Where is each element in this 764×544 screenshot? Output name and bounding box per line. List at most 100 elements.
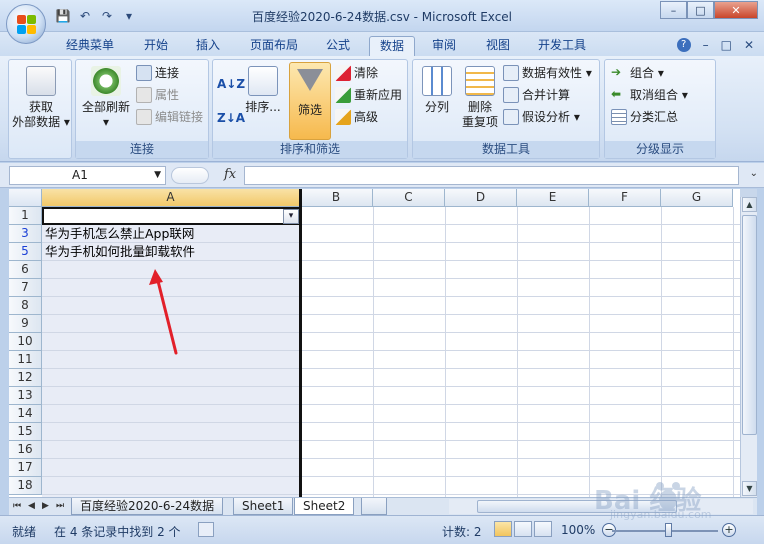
refresh-all-button[interactable]: 全部刷新 ▾ [78,66,134,130]
remove-duplicates-button[interactable]: 删除 重复项 [459,66,501,130]
help-icon[interactable]: ? [676,38,691,52]
formula-input[interactable] [244,166,739,185]
properties-button[interactable]: 属性 [136,85,179,104]
get-external-data-label-2: 外部数据 ▾ [12,115,70,129]
row-header-12[interactable]: 12 [9,369,42,387]
row-header-5[interactable]: 5 [9,243,42,261]
clear-filter-button[interactable]: 清除 [335,63,378,82]
tab-review[interactable]: 审阅 [424,36,464,56]
row-header-18[interactable]: 18 [9,477,42,495]
select-all-corner[interactable] [9,189,42,207]
name-box[interactable]: A1 ▼ [9,166,166,185]
zoom-slider-thumb[interactable] [665,523,672,537]
row-gridline [42,440,740,441]
tab-page-layout[interactable]: 页面布局 [242,36,306,56]
formula-cancel-button[interactable] [171,167,209,184]
normal-view-button[interactable] [494,521,512,537]
macro-record-icon[interactable] [198,522,214,537]
minimize-button[interactable]: – [660,1,687,19]
column-header-b[interactable]: B [300,189,373,207]
advanced-filter-button[interactable]: 高级 [335,107,378,126]
get-external-data-button[interactable]: 获取 外部数据 ▾ [11,66,71,130]
row-header-7[interactable]: 7 [9,279,42,297]
horizontal-scrollbar[interactable] [449,499,753,514]
zoom-in-button[interactable]: + [722,523,736,537]
row-header-16[interactable]: 16 [9,441,42,459]
sheet-tab-sheet2[interactable]: Sheet2 [294,498,355,515]
row-gridline [42,422,740,423]
name-box-dropdown-icon[interactable]: ▼ [154,167,161,184]
row-header-9[interactable]: 9 [9,315,42,333]
tab-developer[interactable]: 开发工具 [530,36,594,56]
insert-function-icon[interactable]: fx [224,167,236,182]
next-sheet-icon[interactable]: ▶ [42,501,49,511]
sheet-tab-sheet1[interactable]: Sheet1 [233,498,294,515]
prev-sheet-icon[interactable]: ◀ [28,501,35,511]
reapply-button[interactable]: 重新应用 [335,85,402,104]
insert-sheet-icon[interactable] [361,498,387,515]
row-header-17[interactable]: 17 [9,459,42,477]
column-header-d[interactable]: D [445,189,517,207]
office-button[interactable] [6,4,46,44]
ribbon-close-button[interactable]: ✕ [744,38,754,52]
scroll-up-icon[interactable]: ▲ [742,197,757,212]
tab-view[interactable]: 视图 [478,36,518,56]
column-header-f[interactable]: F [589,189,661,207]
row-gridline [42,458,740,459]
subtotal-button[interactable]: 分类汇总 [611,107,678,126]
worksheet-grid[interactable]: A B C D E F G 1 3 5 6 7 8 9 10 11 12 13 … [9,189,740,497]
what-if-button[interactable]: 假设分析 ▾ [503,107,580,126]
row-header-13[interactable]: 13 [9,387,42,405]
last-sheet-icon[interactable]: ⏭ [56,501,64,511]
group-get-external-data: 获取 外部数据 ▾ [8,59,72,159]
column-header-a[interactable]: A [42,189,300,207]
scroll-down-icon[interactable]: ▼ [742,481,757,496]
column-header-c[interactable]: C [373,189,445,207]
text-to-columns-button[interactable]: 分列 [417,66,457,115]
row-header-11[interactable]: 11 [9,351,42,369]
ungroup-button[interactable]: ⬅ 取消组合 ▾ [611,85,688,104]
row-header-6[interactable]: 6 [9,261,42,279]
zoom-level[interactable]: 100% [561,523,595,537]
connections-button[interactable]: 连接 [136,63,179,82]
row-header-1[interactable]: 1 [9,207,42,225]
consolidate-button[interactable]: 合并计算 [503,85,570,104]
column-header-e[interactable]: E [517,189,589,207]
tab-home[interactable]: 开始 [136,36,176,56]
page-break-view-button[interactable] [534,521,552,537]
group-button[interactable]: ➔ 组合 ▾ [611,63,664,82]
tab-insert[interactable]: 插入 [188,36,228,56]
split-box[interactable] [740,189,757,197]
maximize-button[interactable]: □ [687,1,714,19]
what-if-icon [503,108,519,125]
cell-a3[interactable]: 华为手机怎么禁止App联网 [45,225,194,243]
edit-links-button[interactable]: 编辑链接 [136,107,203,126]
row-header-8[interactable]: 8 [9,297,42,315]
expand-formula-bar-icon[interactable]: ⌄ [750,168,758,179]
cell-a5[interactable]: 华为手机如何批量卸载软件 [45,243,195,261]
ribbon-restore-button[interactable]: □ [721,38,732,52]
first-sheet-icon[interactable]: ⏮ [13,501,21,511]
filter-button[interactable]: 筛选 [289,62,331,140]
active-cell-a1[interactable] [42,207,300,225]
close-button[interactable]: ✕ [714,1,758,19]
tab-formulas[interactable]: 公式 [318,36,358,56]
autofilter-dropdown-icon[interactable]: ▾ [283,209,299,224]
row-header-3[interactable]: 3 [9,225,42,243]
tab-classic-menu[interactable]: 经典菜单 [58,36,122,56]
row-header-15[interactable]: 15 [9,423,42,441]
row-header-14[interactable]: 14 [9,405,42,423]
ribbon-minimize-button[interactable]: – [703,38,709,52]
horizontal-scroll-thumb[interactable] [477,500,677,513]
vertical-scrollbar[interactable]: ▲ ▼ [740,189,757,497]
tab-data[interactable]: 数据 [369,36,415,56]
column-header-g[interactable]: G [661,189,733,207]
sort-button[interactable]: 排序... [241,66,285,115]
row-header-10[interactable]: 10 [9,333,42,351]
page-layout-view-button[interactable] [514,521,532,537]
data-validation-button[interactable]: 数据有效性 ▾ [503,63,592,82]
vertical-scroll-thumb[interactable] [742,215,757,435]
reapply-icon [335,86,351,103]
sheet-tab-data[interactable]: 百度经验2020-6-24数据 [71,498,224,515]
connections-icon [136,64,152,81]
